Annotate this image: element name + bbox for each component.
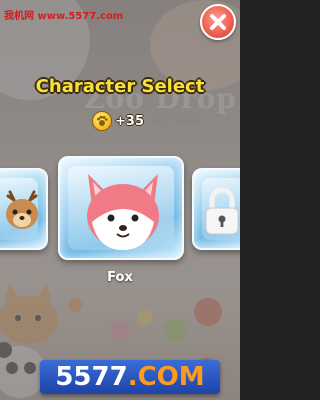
coin-balance: +35 [92,110,144,132]
deer-icon [6,190,38,229]
character-card-fox[interactable] [58,156,184,260]
paw-coin-icon [92,111,112,131]
close-icon [210,14,226,30]
site-brand-banner: 5577 .COM [40,360,220,394]
site-watermark: 我机网 www.5577.com [4,11,124,22]
padlock-icon [205,187,239,235]
brand-suffix: .COM [127,362,205,392]
character-card-deer[interactable] [0,168,48,250]
game-screen: Zoo Drop Jelly Mania 我机网 www.5577.com Ch… [0,0,240,400]
fox-icon [87,174,159,250]
brand-main: 5577 [55,362,128,392]
screen-title: Character Select [35,76,205,97]
character-card-locked[interactable] [192,168,240,250]
selected-character-name: Fox [107,270,133,285]
close-button[interactable] [200,4,236,40]
coin-amount: +35 [115,113,144,129]
